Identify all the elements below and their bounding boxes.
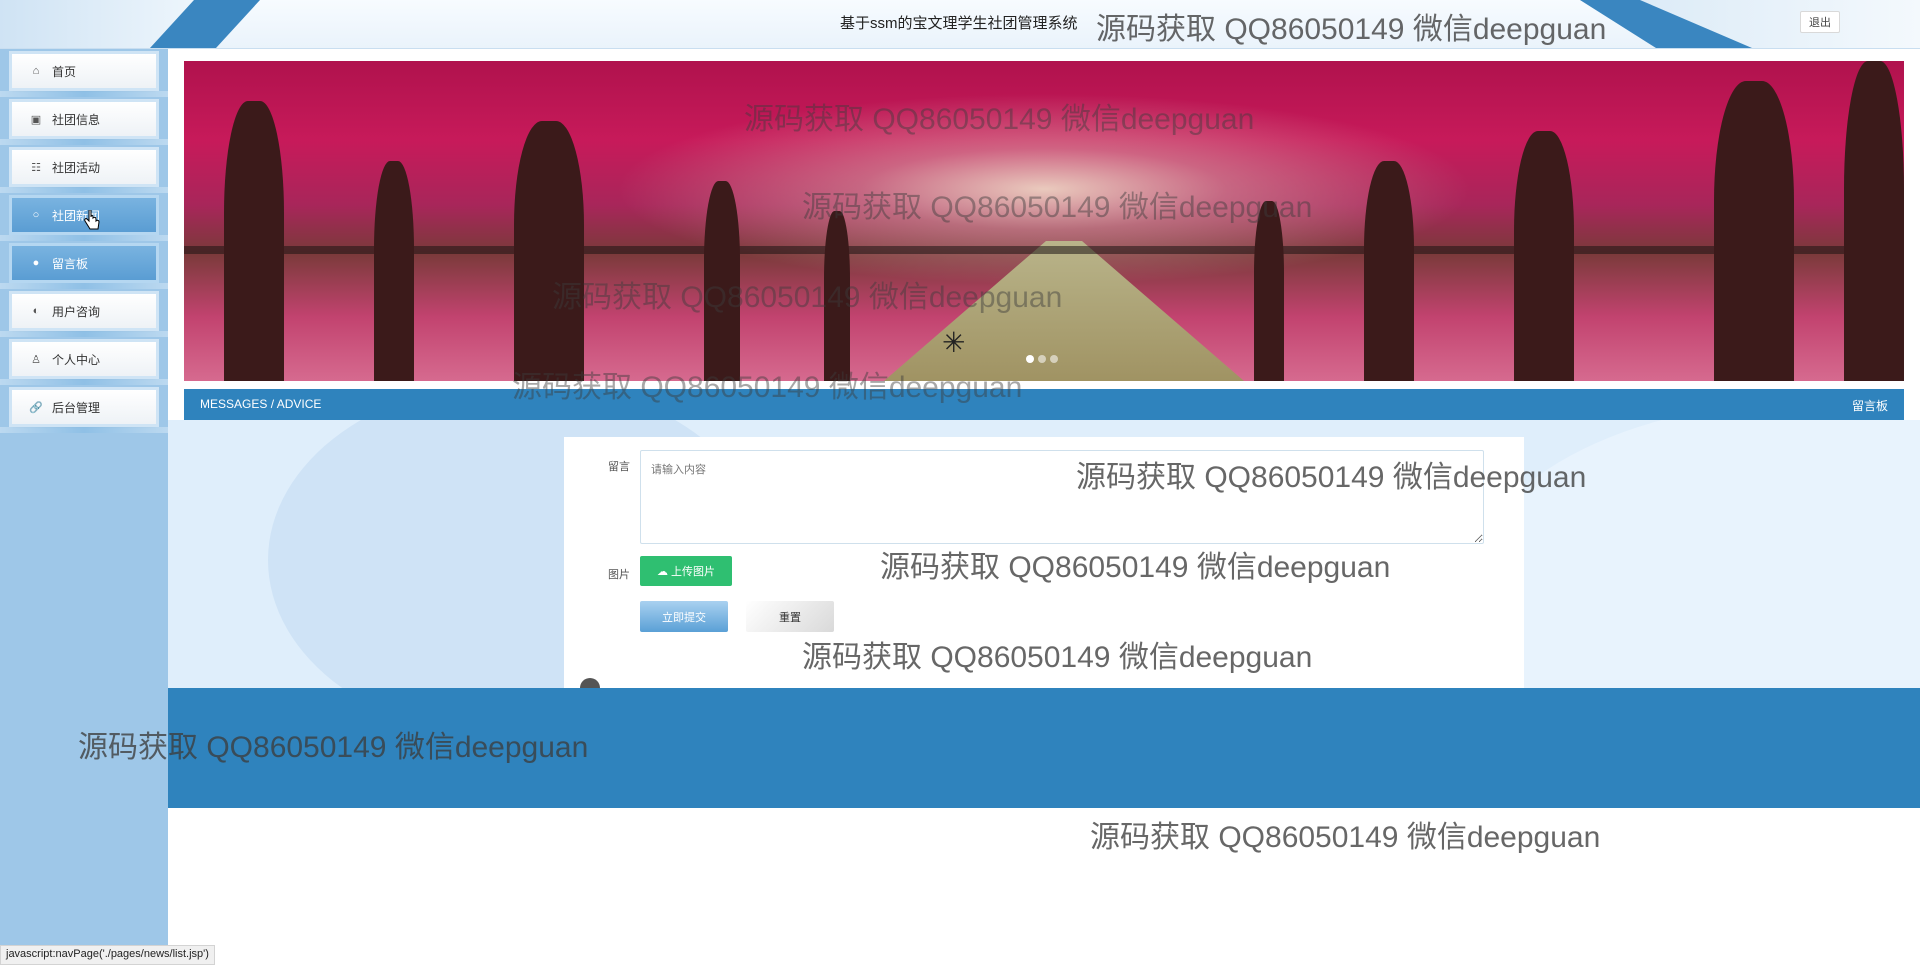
sidebar-divider: [0, 187, 168, 193]
watermark-text: 源码获取 QQ86050149 微信deepguan: [1090, 821, 1601, 854]
sidebar-item-5[interactable]: ● 留言板: [12, 246, 156, 280]
section-title: MESSAGES / ADVICE: [200, 397, 322, 411]
logout-button[interactable]: 退出: [1800, 11, 1840, 33]
banner-tree: [374, 161, 414, 381]
banner-tree: [704, 181, 740, 381]
sidebar-item-2[interactable]: ▣ 社团信息: [12, 102, 156, 136]
carousel-indicators: [1026, 355, 1058, 363]
info-icon: ▣: [30, 113, 42, 126]
carousel-dot[interactable]: [1050, 355, 1058, 363]
sidebar-item-7[interactable]: ♙ 个人中心: [12, 342, 156, 376]
sidebar-item-3[interactable]: ☷ 社团活动: [12, 150, 156, 184]
sidebar-divider: [0, 283, 168, 289]
carousel-dot[interactable]: [1026, 355, 1034, 363]
sidebar-item-6[interactable]: ◐ 用户咨询: [12, 294, 156, 328]
link-icon: 🔗: [29, 401, 43, 414]
sidebar-item-label: 后台管理: [52, 400, 101, 415]
banner-tree: [1844, 61, 1904, 381]
sidebar-item-label: 社团信息: [52, 112, 101, 127]
browser-status-bar: javascript:navPage('./pages/news/list.js…: [0, 945, 215, 965]
sidebar-divider: [0, 91, 168, 97]
banner-tree: [224, 101, 284, 381]
sidebar-divider: [0, 235, 168, 241]
banner-carousel[interactable]: ✳: [184, 61, 1904, 381]
banner-tree: [514, 121, 584, 381]
sidebar-divider: [0, 331, 168, 337]
message-textarea[interactable]: [640, 450, 1484, 544]
sidebar-item-label: 首页: [52, 64, 77, 79]
page-title: 基于ssm的宝文理学生社团管理系统: [840, 15, 1078, 32]
hand-cursor-icon: [84, 210, 100, 230]
banner-tree: [1514, 131, 1574, 381]
sidebar-item-8[interactable]: 🔗 后台管理: [12, 390, 156, 424]
news-icon: ○: [32, 209, 40, 221]
sidebar-item-label: 个人中心: [52, 352, 101, 367]
sidebar-item-label: 用户咨询: [52, 304, 101, 319]
banner-tree: [1254, 201, 1284, 381]
upload-button-label: 上传图片: [671, 566, 715, 578]
banner-fence: [184, 246, 1904, 254]
message-label: 留言: [608, 461, 630, 473]
reset-button[interactable]: 重置: [746, 601, 834, 632]
section-header: MESSAGES / ADVICE 留言板: [184, 389, 1904, 420]
background-shape: [1468, 420, 1920, 688]
footer: [168, 688, 1920, 808]
image-label: 图片: [608, 569, 630, 581]
banner-path: [884, 241, 1244, 381]
top-header: 基于ssm的宝文理学生社团管理系统 退出: [0, 0, 1920, 49]
message-icon: ●: [32, 257, 40, 269]
carousel-dot[interactable]: [1038, 355, 1046, 363]
home-icon: ⌂: [32, 65, 40, 77]
sidebar-item-1[interactable]: ⌂ 首页: [12, 54, 156, 88]
sidebar-divider: [0, 427, 168, 433]
sidebar-divider: [0, 379, 168, 385]
sidebar-item-label: 留言板: [52, 256, 89, 271]
banner-tree: [1364, 161, 1414, 381]
upload-image-button[interactable]: ☁ 上传图片: [640, 556, 732, 586]
sliders-icon: ☷: [31, 161, 41, 174]
consult-icon: ◐: [32, 305, 40, 317]
breadcrumb: 留言板: [1851, 399, 1888, 413]
loading-spinner-icon: ✳: [942, 327, 966, 358]
sidebar-item-label: 社团活动: [52, 160, 101, 175]
cloud-upload-icon: ☁: [657, 565, 668, 578]
banner-tree: [824, 211, 850, 381]
banner-tree: [1714, 81, 1794, 381]
submit-button[interactable]: 立即提交: [640, 601, 728, 632]
sidebar-divider: [0, 139, 168, 145]
user-icon: ♙: [31, 353, 41, 366]
